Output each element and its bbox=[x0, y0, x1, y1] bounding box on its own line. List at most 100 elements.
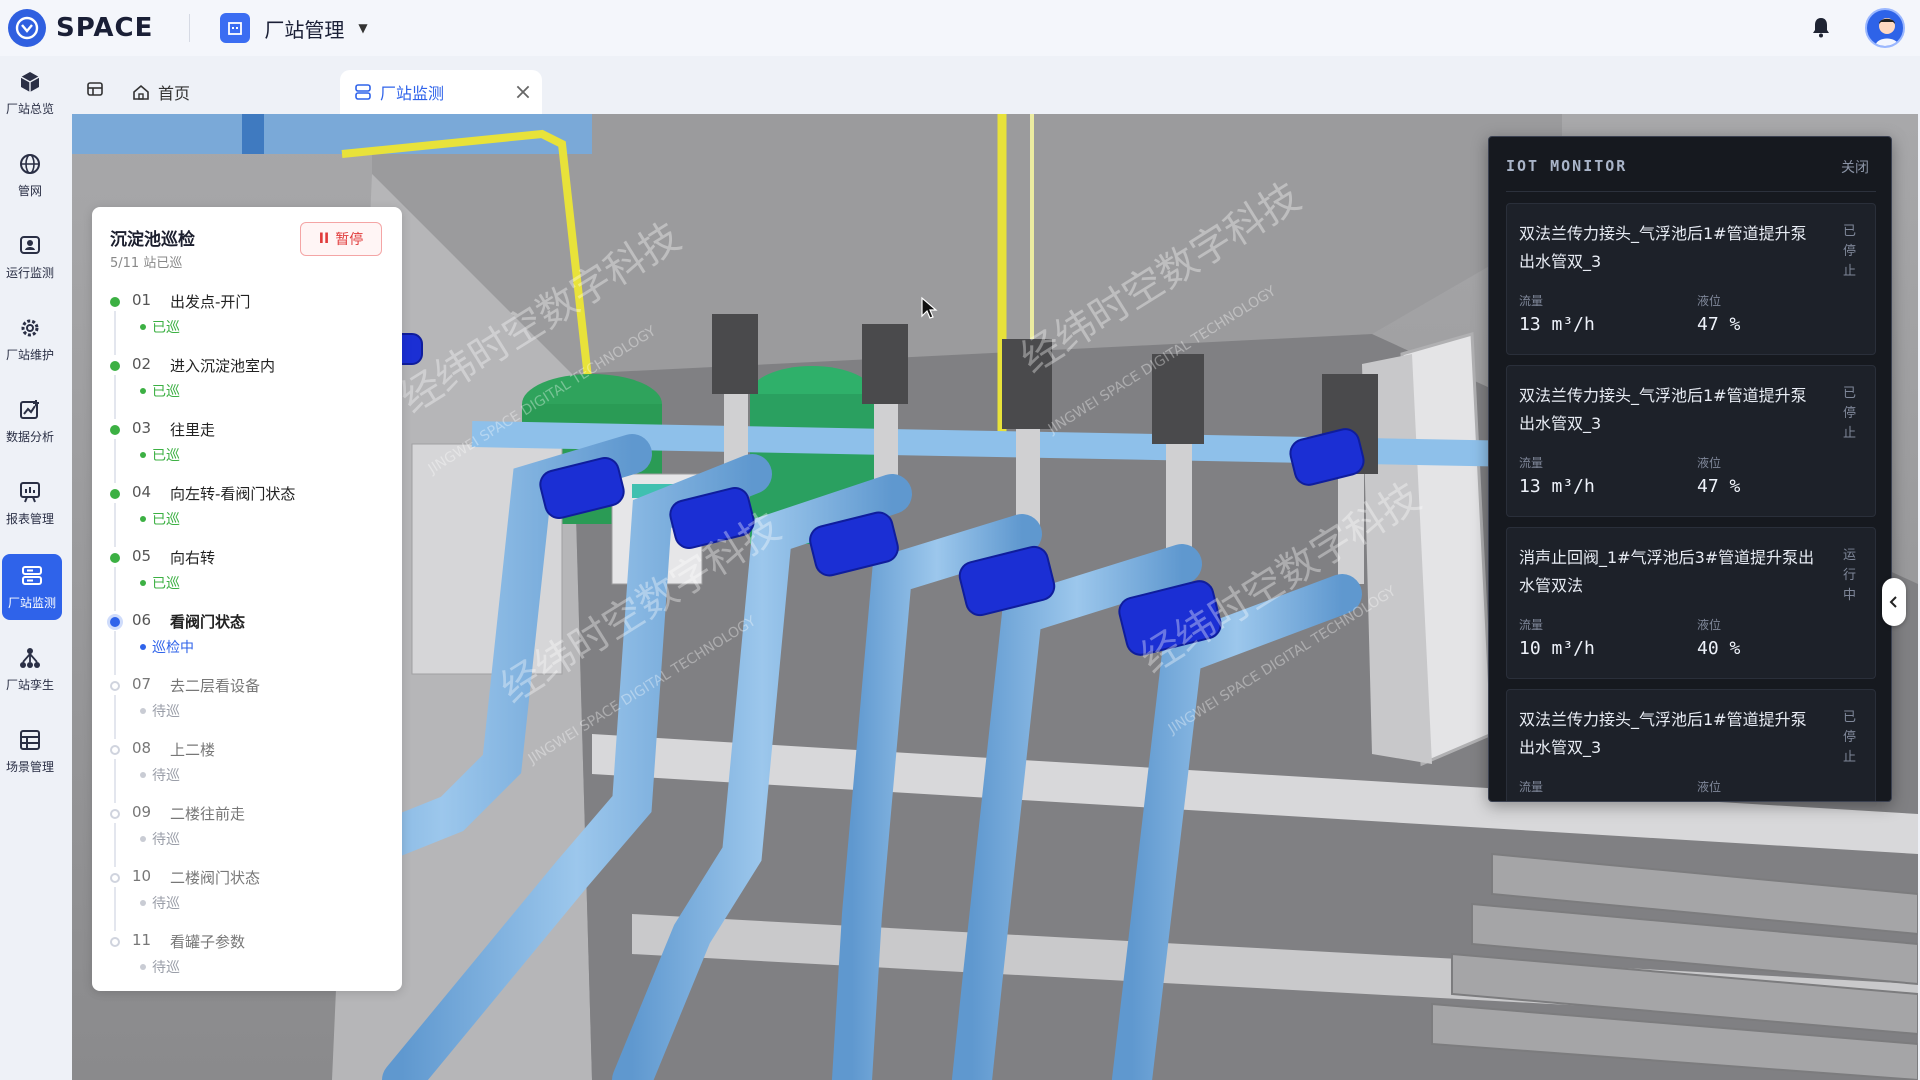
logo[interactable]: SPACE bbox=[8, 9, 153, 47]
sidebar-item-scene-management[interactable]: 场景管理 bbox=[0, 718, 60, 784]
patrol-step[interactable]: 04 向左转-看阀门状态 已巡 bbox=[110, 483, 380, 547]
step-number: 07 bbox=[132, 675, 152, 693]
step-name: 二楼往前走 bbox=[170, 805, 246, 823]
sidebar-item-data-analysis[interactable]: 数据分析 bbox=[0, 388, 60, 454]
step-number: 02 bbox=[132, 355, 152, 373]
step-name: 看罐子参数 bbox=[170, 933, 246, 951]
step-status: 已巡 bbox=[140, 317, 180, 337]
report-icon bbox=[20, 481, 40, 502]
sidebar-item-overview[interactable]: 厂站总览 bbox=[0, 60, 60, 126]
patrol-panel: 沉淀池巡检 5/11 站已巡 II 暂停 01 出发点-开门 已巡 02 进入沉… bbox=[92, 207, 402, 991]
step-status: 待巡 bbox=[140, 893, 180, 913]
step-connector bbox=[114, 503, 116, 547]
logo-mark-icon bbox=[8, 9, 46, 47]
flow-label: 流量 bbox=[1519, 456, 1544, 470]
device-name: 双法兰传力接头_气浮池后1#管道提升泵出水管双_3 bbox=[1519, 386, 1807, 433]
step-dot bbox=[110, 809, 120, 819]
step-dot bbox=[110, 745, 120, 755]
bell-icon[interactable] bbox=[1808, 14, 1834, 40]
menu-collapse-icon[interactable] bbox=[86, 80, 104, 98]
gear-icon bbox=[21, 319, 39, 336]
device-name: 消声止回阀_1#气浮池后3#管道提升泵出水管双法 bbox=[1519, 548, 1815, 595]
flow-value: 13 m³/h bbox=[1519, 476, 1595, 497]
iot-device-card[interactable]: 双法兰传力接头_气浮池后1#管道提升泵出水管双_3 已停止 流量 液位 13 m… bbox=[1506, 203, 1876, 355]
status-dot bbox=[140, 708, 146, 714]
step-status-text: 已巡 bbox=[152, 384, 180, 400]
patrol-step-current[interactable]: 06 看阀门状态 巡检中 bbox=[110, 611, 380, 675]
monitor-icon bbox=[20, 235, 40, 254]
step-connector bbox=[114, 375, 116, 419]
iot-panel-collapse-button[interactable] bbox=[1882, 578, 1906, 626]
patrol-step[interactable]: 03 往里走 已巡 bbox=[110, 419, 380, 483]
flow-label: 流量 bbox=[1519, 294, 1544, 308]
step-dot bbox=[110, 873, 120, 883]
status-dot bbox=[140, 772, 146, 778]
patrol-step[interactable]: 11 看罐子参数 待巡 bbox=[110, 931, 380, 989]
server-icon bbox=[355, 84, 371, 100]
patrol-step[interactable]: 10 二楼阀门状态 待巡 bbox=[110, 867, 380, 931]
step-name: 二楼阀门状态 bbox=[170, 869, 261, 887]
top-bar: SPACE 厂站管理 ▼ bbox=[0, 0, 1920, 56]
patrol-step[interactable]: 07 去二层看设备 待巡 bbox=[110, 675, 380, 739]
building-icon bbox=[220, 13, 251, 43]
sidebar-item-label: 报表管理 bbox=[5, 511, 54, 526]
step-number: 11 bbox=[132, 931, 152, 949]
patrol-step[interactable]: 05 向右转 已巡 bbox=[110, 547, 380, 611]
step-dot bbox=[110, 681, 120, 691]
status-dot bbox=[140, 580, 146, 586]
step-name: 进入沉淀池室内 bbox=[170, 357, 276, 375]
tab-station-monitor[interactable]: 厂站监测 bbox=[340, 70, 542, 114]
level-label: 液位 bbox=[1697, 780, 1722, 794]
sidebar-item-pipe-network[interactable]: 管网 bbox=[0, 142, 60, 208]
module-switcher[interactable]: 厂站管理 ▼ bbox=[220, 13, 368, 43]
status-dot bbox=[140, 388, 146, 394]
server-icon bbox=[22, 565, 42, 585]
sidebar-item-digital-twin[interactable]: 厂站孪生 bbox=[0, 636, 60, 702]
network-icon bbox=[20, 647, 40, 668]
step-status: 已巡 bbox=[140, 573, 180, 593]
pause-button[interactable]: II 暂停 bbox=[300, 222, 382, 256]
iot-close-button[interactable]: 关闭 bbox=[1841, 157, 1869, 177]
step-status-text: 待巡 bbox=[152, 704, 180, 720]
avatar[interactable] bbox=[1865, 8, 1905, 48]
iot-device-card[interactable]: 消声止回阀_1#气浮池后3#管道提升泵出水管双法 运行中 流量 液位 10 m³… bbox=[1506, 527, 1876, 679]
step-connector bbox=[114, 823, 116, 867]
divider bbox=[189, 14, 191, 42]
patrol-step[interactable]: 08 上二楼 待巡 bbox=[110, 739, 380, 803]
sidebar-item-label: 场景管理 bbox=[5, 759, 54, 774]
iot-device-card[interactable]: 双法兰传力接头_气浮池后1#管道提升泵出水管双_3 已停止 流量 液位 13 m… bbox=[1506, 365, 1876, 517]
iot-device-card[interactable]: 双法兰传力接头_气浮池后1#管道提升泵出水管双_3 已停止 流量 液位 bbox=[1506, 689, 1876, 801]
sidebar-item-label: 厂站维护 bbox=[5, 347, 54, 362]
device-state: 已停止 bbox=[1843, 710, 1857, 765]
patrol-step[interactable]: 02 进入沉淀池室内 已巡 bbox=[110, 355, 380, 419]
step-connector bbox=[114, 631, 116, 675]
step-status: 已巡 bbox=[140, 509, 180, 529]
tab-strip: 首页 厂站监测 bbox=[72, 64, 1918, 114]
close-icon[interactable] bbox=[514, 83, 530, 99]
level-label: 液位 bbox=[1697, 294, 1722, 308]
cube-icon bbox=[20, 71, 40, 92]
tab-label: 厂站监测 bbox=[380, 84, 445, 103]
step-status-text: 待巡 bbox=[152, 832, 180, 848]
step-status: 待巡 bbox=[140, 957, 180, 977]
logo-text: SPACE bbox=[56, 13, 154, 43]
tab-label: 首页 bbox=[158, 84, 191, 103]
device-name: 双法兰传力接头_气浮池后1#管道提升泵出水管双_3 bbox=[1519, 710, 1807, 757]
patrol-step[interactable]: 09 二楼往前走 待巡 bbox=[110, 803, 380, 867]
step-status-text: 已巡 bbox=[152, 576, 180, 592]
sidebar-item-label: 管网 bbox=[17, 183, 42, 198]
sidebar-item-station-monitor[interactable]: 厂站监测 bbox=[2, 554, 62, 620]
tab-home[interactable]: 首页 bbox=[132, 70, 190, 114]
step-name: 向左转-看阀门状态 bbox=[170, 485, 296, 503]
step-connector bbox=[114, 759, 116, 803]
pause-label: 暂停 bbox=[335, 232, 364, 248]
flow-value: 13 m³/h bbox=[1519, 314, 1595, 335]
sidebar: 厂站总览 管网 运行监测 厂站维护 数据分析 报表管理 厂站监测 厂站孪生 场景… bbox=[0, 56, 62, 1080]
step-status-text: 待巡 bbox=[152, 960, 180, 976]
patrol-step[interactable]: 01 出发点-开门 已巡 bbox=[110, 291, 380, 355]
sidebar-item-label: 厂站总览 bbox=[5, 101, 54, 116]
step-status-text: 待巡 bbox=[152, 768, 180, 784]
sidebar-item-operation-monitor[interactable]: 运行监测 bbox=[0, 224, 60, 290]
sidebar-item-maintenance[interactable]: 厂站维护 bbox=[0, 306, 60, 372]
sidebar-item-reports[interactable]: 报表管理 bbox=[0, 470, 60, 536]
